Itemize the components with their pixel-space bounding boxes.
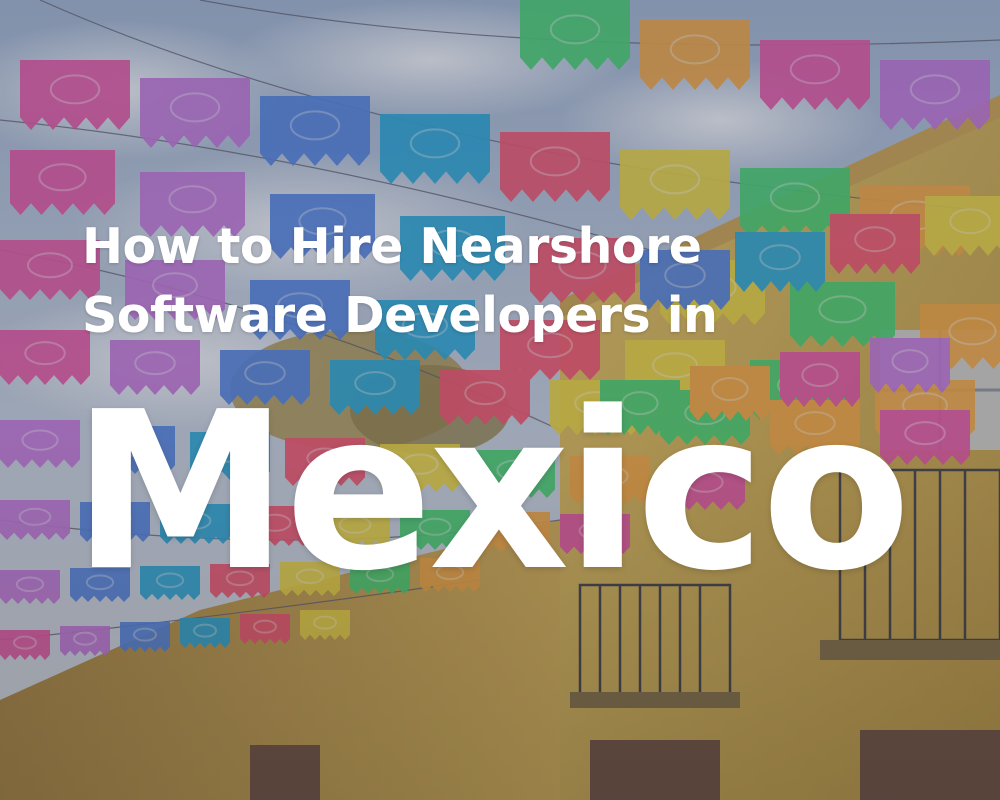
headline-line-1: How to Hire Nearshore xyxy=(82,218,702,275)
big-word-mexico: Mexico xyxy=(72,366,911,619)
headline-line-2: Software Developers in xyxy=(82,287,718,344)
headline: How to Hire Nearshore Software Developer… xyxy=(82,212,842,350)
hero-banner: How to Hire Nearshore Software Developer… xyxy=(0,0,1000,800)
